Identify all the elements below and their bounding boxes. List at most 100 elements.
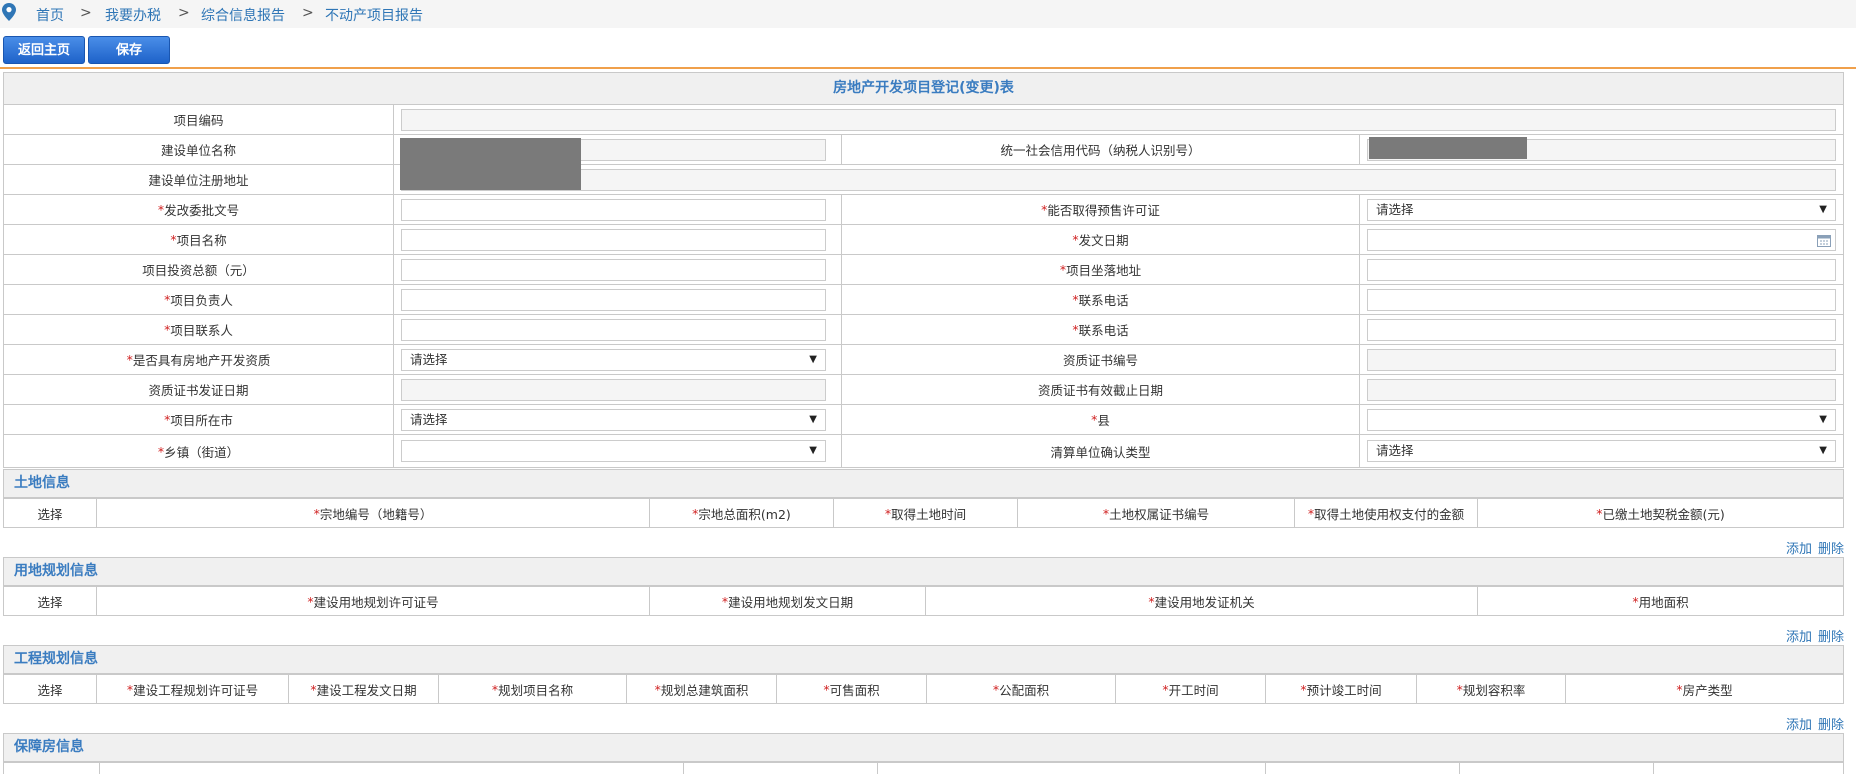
divider [0,67,1856,69]
cert-no-field [1367,349,1836,371]
breadcrumb-home[interactable]: 首页 [36,5,64,25]
redacted-block [1369,137,1527,159]
reg-address-field [401,169,1836,191]
breadcrumb-separator: > [80,5,92,21]
row-city: * 项目所在市 * 县 请选择 ▼ ▼ [3,404,1844,435]
breadcrumb-current: 不动产项目报告 [325,8,423,24]
label-cert-expire-date: 资质证书有效截止日期 [1037,383,1163,398]
section-engplan-title: 工程规划信息 [3,645,1844,674]
engplan-delete-link[interactable]: 删除 [1818,718,1844,733]
col-select: 选择 [37,682,63,698]
label-phone: 联系电话 [1078,323,1129,338]
total-investment-input[interactable] [401,259,826,281]
landplan-actions: 添加 删除 [1780,626,1844,645]
section-landplan-title: 用地规划信息 [3,557,1844,586]
label-presale-permit: 能否取得预售许可证 [1047,203,1160,218]
calendar-icon[interactable] [1817,233,1831,253]
land-actions: 添加 删除 [1780,538,1844,557]
breadcrumb-info-report[interactable]: 综合信息报告 [201,5,285,25]
label-project-location: 项目坐落地址 [1066,263,1142,278]
cert-issue-date-field [401,379,826,401]
project-manager-input[interactable] [401,289,826,311]
cert-expire-date-field [1367,379,1836,401]
col-landplan-date: 建设用地规划发文日期 [728,594,854,610]
landplan-add-link[interactable]: 添加 [1786,630,1812,645]
manager-phone-input[interactable] [1367,289,1836,311]
col-payment: 取得土地使用权支付的金额 [1314,506,1465,522]
town-select[interactable]: ▼ [401,440,826,462]
row-cert-dates: 资质证书发证日期 资质证书有效截止日期 [3,374,1844,405]
land-add-link[interactable]: 添加 [1786,542,1812,557]
project-name-input[interactable] [401,229,826,251]
label-has-qualification: 是否具有房地产开发资质 [132,353,271,368]
label-credit-code: 统一社会信用代码（纳税人识别号） [1000,143,1201,158]
settle-unit-type-select[interactable]: 请选择 ▼ [1367,440,1836,462]
row-qualification: * 是否具有房地产开发资质 资质证书编号 请选择 ▼ [3,344,1844,375]
row-builder-name: 建设单位名称 统一社会信用代码（纳税人识别号） [3,134,1844,165]
label-county: 县 [1097,413,1110,428]
col-parcel-area: 宗地总面积(m2) [698,506,791,522]
label-project-code: 项目编码 [173,113,224,128]
breadcrumb-bar: 首页 > 我要办税 > 综合信息报告 > 不动产项目报告 [0,0,1856,28]
col-plot-ratio: 规划容积率 [1462,682,1526,698]
label-reg-address: 建设单位注册地址 [148,173,249,188]
col-acquire-time: 取得土地时间 [891,506,967,522]
breadcrumb-separator: > [302,5,314,21]
chevron-down-icon: ▼ [1819,414,1827,425]
has-qualification-select[interactable]: 请选择 ▼ [401,349,826,371]
label-total-investment: 项目投资总额（元） [142,263,255,278]
issue-date-input[interactable] [1367,229,1836,251]
chevron-down-icon: ▼ [809,354,817,365]
landplan-table-header: 选择 * 建设用地规划许可证号 * 建设用地规划发文日期 * 建设用地发证机关 * 用地… [3,586,1844,616]
label-issue-date: 发文日期 [1078,233,1129,248]
save-button[interactable]: 保存 [88,36,170,64]
section-housing-title: 保障房信息 [3,733,1844,762]
label-project-name: 项目名称 [176,233,227,248]
land-table-header: 选择 * 宗地编号（地籍号） * 宗地总面积(m2) * 取得土地时间 * 土地权属证书… [3,498,1844,528]
redacted-block [400,138,581,190]
row-contact: * 项目联系人 * 联系电话 [3,314,1844,345]
row-approval: * 发改委批文号 * 能否取得预售许可证 请选择 ▼ [3,194,1844,225]
city-select[interactable]: 请选择 ▼ [401,409,826,431]
col-landplan-permit-no: 建设用地规划许可证号 [313,594,439,610]
contact-phone-input[interactable] [1367,319,1836,341]
project-code-field [401,109,1836,131]
project-contact-input[interactable] [401,319,826,341]
chevron-down-icon: ▼ [1819,445,1827,456]
col-sale-area: 可售面积 [829,682,880,698]
presale-permit-select[interactable]: 请选择 ▼ [1367,199,1836,221]
label-cert-no: 资质证书编号 [1062,353,1138,368]
engplan-table-header: 选择 * 建设工程规划许可证号 * 建设工程发文日期 * 规划项目名称 * 规划总建筑面… [3,674,1844,704]
chevron-down-icon: ▼ [809,414,817,425]
col-eng-permit-no: 建设工程规划许可证号 [133,682,259,698]
label-project-contact: 项目联系人 [170,323,233,338]
back-home-button[interactable]: 返回主页 [3,36,85,64]
housing-table-header [3,762,1844,774]
col-eng-date: 建设工程发文日期 [316,682,417,698]
label-approval-no: 发改委批文号 [164,203,240,218]
label-cert-issue-date: 资质证书发证日期 [148,383,249,398]
col-public-area: 公配面积 [999,682,1050,698]
col-deed-tax: 已缴土地契税金额(元) [1602,506,1725,522]
col-land-cert-no: 土地权属证书编号 [1109,506,1210,522]
label-settle-unit-type: 清算单位确认类型 [1050,444,1151,460]
county-select[interactable]: ▼ [1367,409,1836,431]
breadcrumb-tax[interactable]: 我要办税 [105,5,161,25]
label-phone: 联系电话 [1078,293,1129,308]
row-town: * 乡镇（街道） 清算单位确认类型 ▼ 请选择 ▼ [3,434,1844,468]
col-select: 选择 [37,506,63,522]
project-location-input[interactable] [1367,259,1836,281]
row-investment: 项目投资总额（元） * 项目坐落地址 [3,254,1844,285]
approval-no-input[interactable] [401,199,826,221]
col-select: 选择 [37,594,63,610]
col-start-time: 开工时间 [1168,682,1219,698]
row-reg-address: 建设单位注册地址 [3,164,1844,195]
chevron-down-icon: ▼ [809,445,817,456]
col-total-area: 规划总建筑面积 [660,682,749,698]
row-project-name: * 项目名称 * 发文日期 [3,224,1844,255]
col-land-area: 用地面积 [1638,594,1689,610]
land-delete-link[interactable]: 删除 [1818,542,1844,557]
landplan-delete-link[interactable]: 删除 [1818,630,1844,645]
engplan-add-link[interactable]: 添加 [1786,718,1812,733]
label-town: 乡镇（街道） [164,444,240,460]
